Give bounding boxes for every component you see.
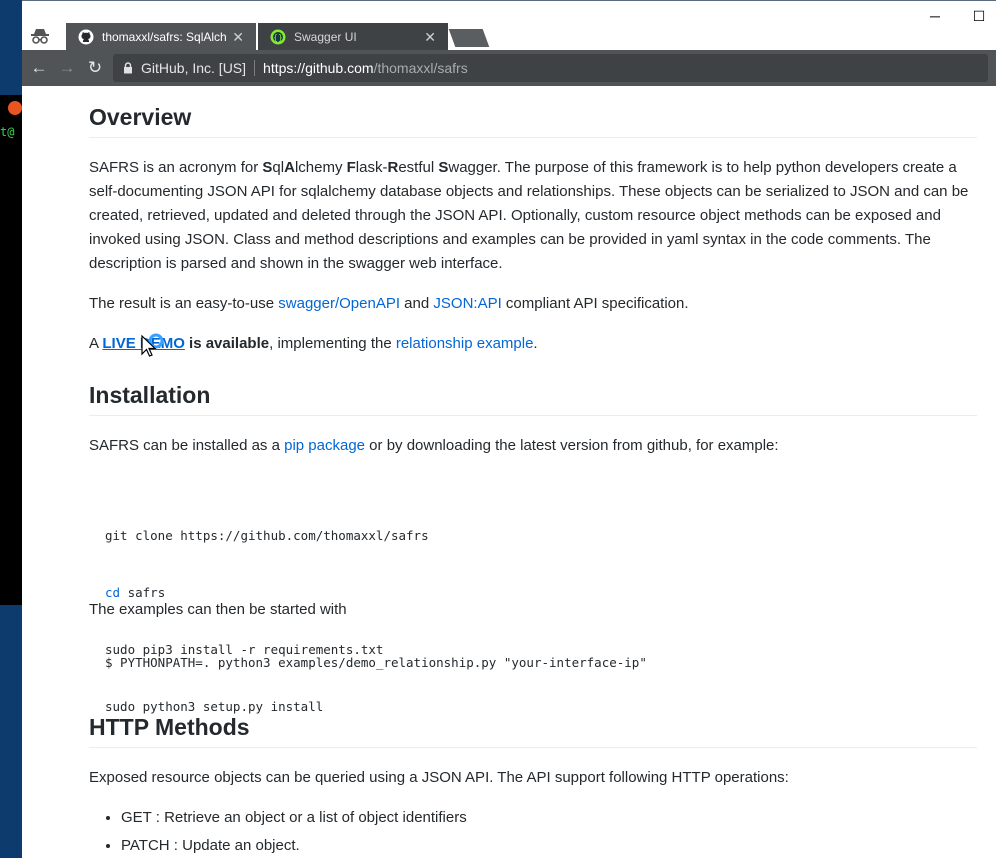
new-tab-button[interactable] xyxy=(448,29,490,47)
swagger-icon: {} xyxy=(270,29,286,45)
inline-text: S xyxy=(438,159,449,176)
inline-text: SAFRS is an acronym for xyxy=(89,159,263,176)
tab-title: thomaxxl/safrs: SqlAlchem xyxy=(102,30,227,44)
example-command: $ PYTHONPATH=. python3 examples/demo_rel… xyxy=(105,655,647,670)
url-host: https://github.com xyxy=(263,60,374,76)
list-item: GET : Retrieve an object or a list of ob… xyxy=(121,804,977,832)
security-label: GitHub, Inc. [US] xyxy=(141,60,247,76)
list-item: PATCH : Update an object. xyxy=(121,832,977,858)
tab-swagger[interactable]: {} Swagger UI ✕ xyxy=(258,23,448,51)
code-line: git clone https://github.com/thomaxxl/sa… xyxy=(105,528,429,543)
lock-icon xyxy=(124,62,132,74)
inline-text: F xyxy=(346,159,356,176)
ubuntu-icon xyxy=(8,101,22,115)
examples-paragraph: The examples can then be started with xyxy=(89,601,347,618)
inline-text: lchemy xyxy=(294,159,347,176)
inline-link[interactable]: JSON:API xyxy=(433,295,501,312)
http-methods-heading: HTTP Methods xyxy=(89,714,977,748)
inline-text: ql xyxy=(272,159,285,176)
http-methods-list: GET : Retrieve an object or a list of ob… xyxy=(89,804,977,858)
inline-text: is available xyxy=(184,335,270,352)
http-paragraph: Exposed resource objects can be queried … xyxy=(89,769,789,786)
tab-strip: thomaxxl/safrs: SqlAlchem ✕ {} Swagger U… xyxy=(22,0,996,51)
installation-paragraph: SAFRS can be installed as a pip package … xyxy=(89,434,977,458)
overview-paragraph: SAFRS is an acronym for SqlAlchemy Flask… xyxy=(89,156,977,276)
terminal-prompt: t@ xyxy=(0,125,15,139)
inline-text: A xyxy=(284,159,295,176)
overview-heading: Overview xyxy=(89,104,977,138)
inline-text: . xyxy=(533,335,538,352)
inline-text: or by downloading the latest version fro… xyxy=(365,437,779,454)
page-content: Overview SAFRS is an acronym for SqlAlch… xyxy=(22,86,996,858)
back-arrow-icon[interactable]: ← xyxy=(30,58,48,77)
maximize-icon[interactable]: ☐ xyxy=(972,8,986,24)
inline-text: The result is an easy-to-use xyxy=(89,295,279,312)
result-paragraph: The result is an easy-to-use swagger/Ope… xyxy=(89,292,977,316)
inline-text: estful xyxy=(398,159,439,176)
inline-text: lask- xyxy=(355,159,388,176)
address-bar[interactable]: GitHub, Inc. [US] https://github.com/tho… xyxy=(113,54,988,82)
inline-link[interactable]: pip package xyxy=(284,437,365,454)
browser-window: thomaxxl/safrs: SqlAlchem ✕ {} Swagger U… xyxy=(22,0,996,858)
terminal-window[interactable]: t@ xyxy=(0,95,22,605)
inline-link[interactable]: swagger/OpenAPI xyxy=(278,295,400,312)
desktop-background: t@ xyxy=(0,0,22,858)
tab-title: Swagger UI xyxy=(294,30,357,44)
inline-text: compliant API specification. xyxy=(501,295,689,312)
live-demo-paragraph: A LIVE DEMO is available, implementing t… xyxy=(89,332,977,356)
inline-link[interactable]: relationship example xyxy=(396,335,534,352)
window-controls: ─ ☐ xyxy=(928,8,986,25)
address-separator xyxy=(254,60,256,76)
reload-icon[interactable]: ↻ xyxy=(86,58,104,77)
forward-arrow-icon[interactable]: → xyxy=(58,58,76,77)
mouse-cursor-icon xyxy=(141,333,164,357)
inline-text: , implementing the xyxy=(269,335,396,352)
close-tab-icon[interactable]: ✕ xyxy=(424,29,436,46)
svg-text:{}: {} xyxy=(273,33,283,42)
inline-text: A xyxy=(89,335,103,352)
url-path: /thomaxxl/safrs xyxy=(373,60,468,76)
inline-text: SAFRS can be installed as a xyxy=(89,437,285,454)
installation-heading: Installation xyxy=(89,382,977,416)
incognito-icon xyxy=(31,29,49,44)
inline-text: R xyxy=(387,159,399,176)
inline-text: and xyxy=(400,295,434,312)
close-tab-icon[interactable]: ✕ xyxy=(232,29,244,46)
github-icon xyxy=(78,29,94,45)
inline-text: S xyxy=(262,159,273,176)
browser-toolbar: ← → ↻ GitHub, Inc. [US] https://github.c… xyxy=(22,50,996,86)
tab-github[interactable]: thomaxxl/safrs: SqlAlchem ✕ xyxy=(66,23,256,51)
minimize-icon[interactable]: ─ xyxy=(928,8,942,24)
